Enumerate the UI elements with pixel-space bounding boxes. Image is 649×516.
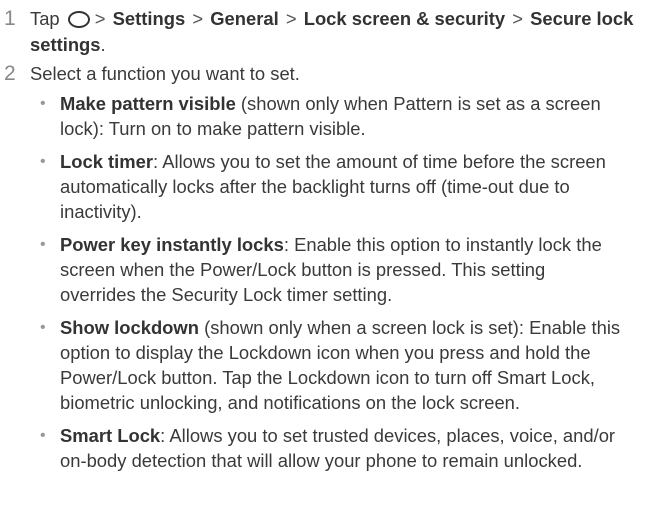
list-item: • Make pattern visible (shown only when … [30,91,635,141]
path-separator: > [512,8,523,29]
item-term: Smart Lock [60,425,161,446]
bullet-icon: • [40,95,46,112]
manual-page: 1 Tap > Settings > General > Lock screen… [0,0,649,516]
item-term: Power key instantly locks [60,234,284,255]
bullet-icon: • [40,319,46,336]
item-term: Make pattern visible [60,93,236,114]
tap-word: Tap [30,8,60,29]
item-term: Lock timer [60,151,154,172]
step-1-text: Tap > Settings > General > Lock screen &… [30,8,633,55]
list-item: • Smart Lock: Allows you to set trusted … [30,423,635,473]
bullet-icon: • [40,236,46,253]
bullet-icon: • [40,153,46,170]
step-number: 2 [4,62,16,85]
list-item: • Lock timer: Allows you to set the amou… [30,149,635,224]
bullet-icon: • [40,427,46,444]
path-separator: > [192,8,204,29]
step-2: 2 Select a function you want to set. • M… [0,61,649,473]
path-lock-screen-security: Lock screen & security [303,8,506,29]
list-item: • Show lockdown (shown only when a scree… [30,315,635,415]
list-item: • Power key instantly locks: Enable this… [30,232,635,307]
step-1: 1 Tap > Settings > General > Lock screen… [0,6,649,58]
item-term: Show lockdown [60,317,199,338]
path-settings: Settings [112,8,186,29]
path-general: General [210,8,279,29]
path-separator: > [94,8,106,29]
step-2-text: Select a function you want to set. [30,63,300,84]
home-button-icon [67,11,90,28]
path-separator: > [285,8,297,29]
step-number: 1 [4,7,16,30]
function-list: • Make pattern visible (shown only when … [30,91,635,473]
period: . [100,34,106,55]
